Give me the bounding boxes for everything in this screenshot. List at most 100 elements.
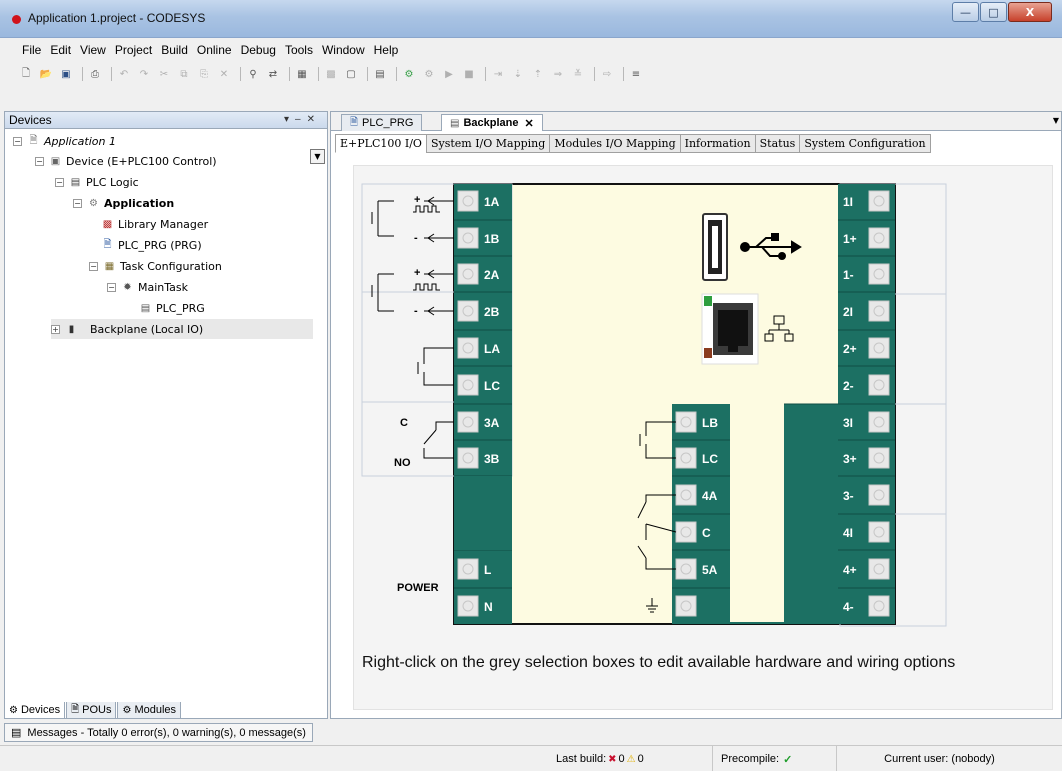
plc-logic-icon: ▤ — [70, 176, 81, 188]
menu-view[interactable]: View — [80, 40, 106, 60]
login-icon[interactable]: ⚙ — [401, 67, 417, 81]
modules-icon: ⚙ — [122, 704, 132, 716]
step-over-icon[interactable]: ⇥ — [490, 67, 506, 81]
toolbar: 🗋 📂 ▣ ⎙ ↶ ↷ ✂ ⧉ ⎘ ✕ ⚲ ⇄ ▦ ▩ ▢ ▤ ⚙ ⚙ ▶ ■ … — [18, 64, 648, 84]
menu-window[interactable]: Window — [322, 40, 365, 60]
menu-tools[interactable]: Tools — [285, 40, 313, 60]
messages-tab[interactable]: ▤ Messages - Totally 0 error(s), 0 warni… — [4, 723, 313, 742]
tree-item-task-configuration[interactable]: − ▦ Task Configuration — [89, 256, 222, 276]
minimize-button[interactable]: — — [952, 2, 979, 22]
task-icon: ✹ — [123, 281, 132, 293]
device-icon: ▣ — [50, 155, 61, 167]
pous-icon: 🗎 — [71, 703, 80, 715]
find-icon[interactable]: ⚲ — [245, 67, 261, 81]
toolbar-separator — [82, 67, 83, 81]
device-icon[interactable]: ▤ — [372, 67, 388, 81]
undo-icon[interactable]: ↶ — [116, 67, 132, 81]
toolbar-separator — [623, 67, 624, 81]
menu-file[interactable]: File — [22, 40, 41, 60]
open-folder-icon[interactable]: 📂 — [38, 67, 54, 81]
insert-icon[interactable]: ▩ — [323, 67, 339, 81]
tree-item-plc-logic[interactable]: − ▤ PLC Logic — [55, 172, 139, 192]
menu-help[interactable]: Help — [374, 40, 399, 60]
tree-item-plc-prg-call[interactable]: ▤ PLC_PRG — [139, 298, 205, 318]
tab-system-configuration[interactable]: System Configuration — [799, 134, 931, 153]
tree-item-plc-prg[interactable]: 🗎 PLC_PRG (PRG) — [101, 235, 201, 255]
tree-item-application[interactable]: − ⚙ Application — [73, 193, 174, 213]
copy-icon[interactable]: ⧉ — [176, 67, 192, 81]
menu-build[interactable]: Build — [161, 40, 188, 60]
step-out-icon[interactable]: ⇡ — [530, 67, 546, 81]
tab-eplc100-io[interactable]: E+PLC100 I/O — [335, 134, 427, 153]
toolbar-separator — [240, 67, 241, 81]
stop-icon[interactable]: ■ — [461, 67, 477, 81]
tab-list-dropdown-icon[interactable]: ▼ — [1053, 116, 1059, 125]
codesys-app-icon — [12, 15, 21, 24]
build-icon[interactable]: ▦ — [294, 67, 310, 81]
print-icon[interactable]: ⎙ — [87, 67, 103, 81]
messages-icon: ▤ — [11, 727, 22, 739]
library-icon: ▩ — [102, 218, 113, 230]
expand-toggle[interactable]: + — [51, 324, 60, 334]
run-to-cursor-icon[interactable]: ⇒ — [550, 67, 566, 81]
replace-icon[interactable]: ⇄ — [265, 67, 281, 81]
tree-dropdown-button[interactable]: ▼ — [310, 149, 325, 164]
add-object-icon[interactable]: ▢ — [343, 67, 359, 81]
tab-modules-io-mapping[interactable]: Modules I/O Mapping — [549, 134, 681, 153]
warning-icon: ⚠ — [626, 753, 636, 765]
toolbar-separator — [594, 67, 595, 81]
tree-item-backplane[interactable]: + ▮ Backplane (Local IO) — [51, 319, 313, 339]
collapse-toggle[interactable]: − — [35, 156, 44, 166]
menu-online[interactable]: Online — [197, 40, 232, 60]
doc-tab-backplane[interactable]: ▤ Backplane ✕ — [441, 114, 543, 131]
step-into-icon[interactable]: ⇣ — [510, 67, 526, 81]
tab-status[interactable]: Status — [754, 134, 801, 153]
collapse-toggle[interactable]: − — [89, 261, 98, 271]
delete-icon[interactable]: ✕ — [216, 67, 232, 81]
collapse-toggle[interactable]: − — [73, 198, 82, 208]
tree-item-application-1[interactable]: − 🗎 Application 1 — [13, 131, 116, 151]
backplane-icon: ▤ — [450, 117, 460, 129]
tree-item-device[interactable]: − ▣ Device (E+PLC100 Control) — [35, 151, 217, 171]
devices-panel-header: Devices ▾–✕ — [5, 112, 327, 129]
devices-panel: Devices ▾–✕ − 🗎 Application 1 ▼ − ▣ Devi… — [4, 111, 328, 719]
cut-icon[interactable]: ✂ — [156, 67, 172, 81]
tab-devices[interactable]: ⚙ Devices — [4, 702, 66, 719]
logout-icon[interactable]: ⚙ — [421, 67, 437, 81]
collapse-toggle[interactable]: − — [107, 282, 116, 292]
tree-item-maintask[interactable]: − ✹ MainTask — [107, 277, 188, 297]
close-button[interactable]: X — [1008, 2, 1052, 22]
collapse-toggle[interactable]: − — [13, 136, 22, 146]
paste-icon[interactable]: ⎘ — [196, 67, 212, 81]
redo-icon[interactable]: ↷ — [136, 67, 152, 81]
tab-system-io-mapping[interactable]: System I/O Mapping — [425, 134, 551, 153]
menu-project[interactable]: Project — [115, 40, 152, 60]
status-bar: Last build: ✖ 0 ⚠ 0 Precompile: ✓ Curren… — [0, 745, 1062, 771]
toolbar-separator — [318, 67, 319, 81]
save-icon[interactable]: ▣ — [58, 67, 74, 81]
doc-tab-plc-prg[interactable]: 🗎 PLC_PRG — [341, 114, 423, 131]
toolbar-separator — [111, 67, 112, 81]
tab-information[interactable]: Information — [679, 134, 756, 153]
close-tab-icon[interactable]: ✕ — [524, 117, 533, 130]
maximize-button[interactable]: □ — [980, 2, 1007, 22]
panel-tabs: ⚙ Devices 🗎 POUs ⚙ Modules — [4, 702, 182, 719]
tab-modules[interactable]: ⚙ Modules — [117, 702, 182, 719]
menu-bar: File Edit View Project Build Online Debu… — [0, 40, 1062, 60]
collapse-toggle[interactable]: − — [55, 177, 64, 187]
write-values-icon[interactable]: ⇨ — [599, 67, 615, 81]
error-icon: ✖ — [608, 753, 617, 765]
device-editor-tabs: E+PLC100 I/O System I/O Mapping Modules … — [335, 134, 931, 153]
menu-debug[interactable]: Debug — [241, 40, 276, 60]
new-project-icon[interactable]: 🗋 — [18, 67, 34, 81]
panel-controls[interactable]: ▾–✕ — [284, 114, 321, 125]
program-call-icon: ▤ — [140, 302, 151, 314]
pou-icon: 🗎 — [350, 116, 359, 128]
breakpoint-icon[interactable]: ≚ — [570, 67, 586, 81]
tab-pous[interactable]: 🗎 POUs — [66, 702, 117, 719]
tree-item-library-manager[interactable]: ▩ Library Manager — [101, 214, 208, 234]
window-title: Application 1.project - CODESYS — [28, 11, 206, 25]
start-icon[interactable]: ▶ — [441, 67, 457, 81]
toolbar-options-icon[interactable]: ≡ — [628, 67, 644, 81]
menu-edit[interactable]: Edit — [50, 40, 71, 60]
